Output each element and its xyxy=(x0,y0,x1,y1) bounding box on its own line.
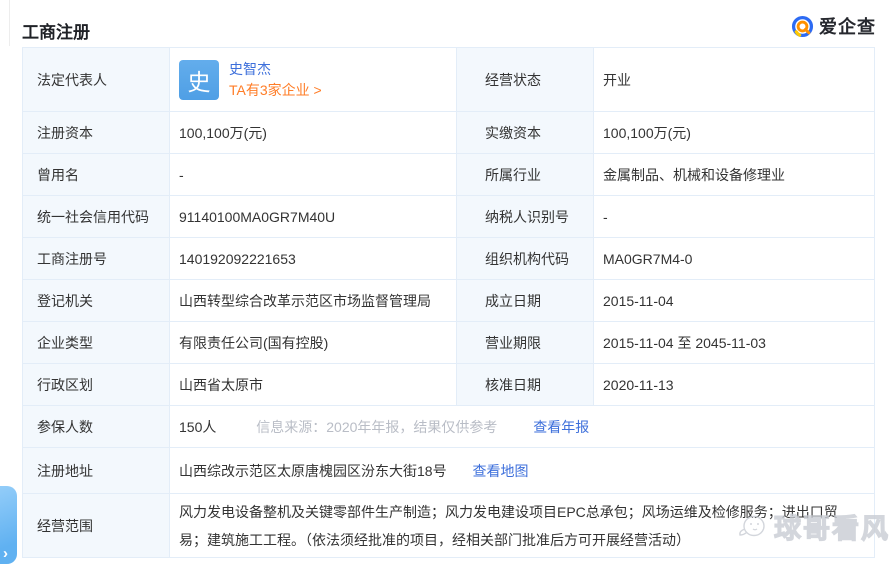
insured-count: 150人 xyxy=(179,419,216,435)
field-value: 100,100万(元) xyxy=(170,112,457,154)
field-label: 企业类型 xyxy=(23,322,170,364)
field-label: 行政区划 xyxy=(23,364,170,406)
registered-address: 山西综改示范区太原唐槐园区汾东大街18号 xyxy=(179,463,447,479)
side-panel-toggle[interactable]: › xyxy=(0,486,17,564)
table-row: 法定代表人 史 史智杰 TA有3家企业 > 经营状态 开业 xyxy=(23,48,875,112)
source-note: 信息来源：2020年年报，结果仅供参考 xyxy=(256,419,497,435)
table-row: 行政区划 山西省太原市 核准日期 2020-11-13 xyxy=(23,364,875,406)
field-label: 实缴资本 xyxy=(457,112,594,154)
field-value: 2015-11-04 至 2045-11-03 xyxy=(594,322,875,364)
field-label: 工商注册号 xyxy=(23,238,170,280)
field-value: 山西综改示范区太原唐槐园区汾东大街18号 查看地图 xyxy=(170,448,875,494)
field-value: 开业 xyxy=(594,48,875,112)
field-value: 有限责任公司(国有控股) xyxy=(170,322,457,364)
field-value: 91140100MA0GR7M40U xyxy=(170,196,457,238)
field-label: 经营状态 xyxy=(457,48,594,112)
rep-companies-link[interactable]: TA有3家企业 > xyxy=(229,81,322,99)
aiqicha-logo-icon xyxy=(791,15,814,38)
table-row: 参保人数 150人 信息来源：2020年年报，结果仅供参考 查看年报 xyxy=(23,406,875,448)
field-value: MA0GR7M4-0 xyxy=(594,238,875,280)
table-row: 企业类型 有限责任公司(国有控股) 营业期限 2015-11-04 至 2045… xyxy=(23,322,875,364)
field-value: - xyxy=(170,154,457,196)
field-label: 组织机构代码 xyxy=(457,238,594,280)
field-label: 参保人数 xyxy=(23,406,170,448)
field-label: 所属行业 xyxy=(457,154,594,196)
table-row: 工商注册号 140192092221653 组织机构代码 MA0GR7M4-0 xyxy=(23,238,875,280)
chevron-right-icon: › xyxy=(3,546,8,561)
field-label: 纳税人识别号 xyxy=(457,196,594,238)
page-title: 工商注册 xyxy=(22,18,90,43)
field-label: 统一社会信用代码 xyxy=(23,196,170,238)
field-label: 成立日期 xyxy=(457,280,594,322)
table-row: 登记机关 山西转型综合改革示范区市场监督管理局 成立日期 2015-11-04 xyxy=(23,280,875,322)
field-value: 100,100万(元) xyxy=(594,112,875,154)
legal-rep-cell: 史 史智杰 TA有3家企业 > xyxy=(179,60,448,100)
field-label: 曾用名 xyxy=(23,154,170,196)
section-header: 工商注册 爱企查 xyxy=(0,0,896,47)
table-row: 曾用名 - 所属行业 金属制品、机械和设备修理业 xyxy=(23,154,875,196)
legal-rep-name-link[interactable]: 史智杰 xyxy=(229,60,322,78)
business-registration-table: 法定代表人 史 史智杰 TA有3家企业 > 经营状态 开业 注册资本 100,1… xyxy=(22,47,875,558)
business-scope-text: 风力发电设备整机及关键零部件生产制造；风力发电建设项目EPC总承包；风场运维及检… xyxy=(179,498,866,554)
field-value: 2020-11-13 xyxy=(594,364,875,406)
field-label: 注册资本 xyxy=(23,112,170,154)
field-label: 注册地址 xyxy=(23,448,170,494)
field-value: 150人 信息来源：2020年年报，结果仅供参考 查看年报 xyxy=(170,406,875,448)
table-row: 经营范围 风力发电设备整机及关键零部件生产制造；风力发电建设项目EPC总承包；风… xyxy=(23,494,875,558)
legal-rep-avatar[interactable]: 史 xyxy=(179,60,219,100)
field-value: - xyxy=(594,196,875,238)
table-row: 注册资本 100,100万(元) 实缴资本 100,100万(元) xyxy=(23,112,875,154)
field-value: 金属制品、机械和设备修理业 xyxy=(594,154,875,196)
brand-name: 爱企查 xyxy=(819,13,876,39)
field-value: 2015-11-04 xyxy=(594,280,875,322)
field-label: 营业期限 xyxy=(457,322,594,364)
field-value: 山西转型综合改革示范区市场监督管理局 xyxy=(170,280,457,322)
field-label: 法定代表人 xyxy=(23,48,170,112)
field-label: 核准日期 xyxy=(457,364,594,406)
brand-logo[interactable]: 爱企查 xyxy=(791,13,876,39)
field-label: 经营范围 xyxy=(23,494,170,558)
field-label: 登记机关 xyxy=(23,280,170,322)
view-map-link[interactable]: 查看地图 xyxy=(472,463,528,479)
field-value: 山西省太原市 xyxy=(170,364,457,406)
field-value: 风力发电设备整机及关键零部件生产制造；风力发电建设项目EPC总承包；风场运维及检… xyxy=(170,494,875,558)
table-row: 统一社会信用代码 91140100MA0GR7M40U 纳税人识别号 - xyxy=(23,196,875,238)
view-annual-report-link[interactable]: 查看年报 xyxy=(533,419,589,435)
table-row: 注册地址 山西综改示范区太原唐槐园区汾东大街18号 查看地图 xyxy=(23,448,875,494)
field-value: 140192092221653 xyxy=(170,238,457,280)
field-value: 史 史智杰 TA有3家企业 > xyxy=(170,48,457,112)
